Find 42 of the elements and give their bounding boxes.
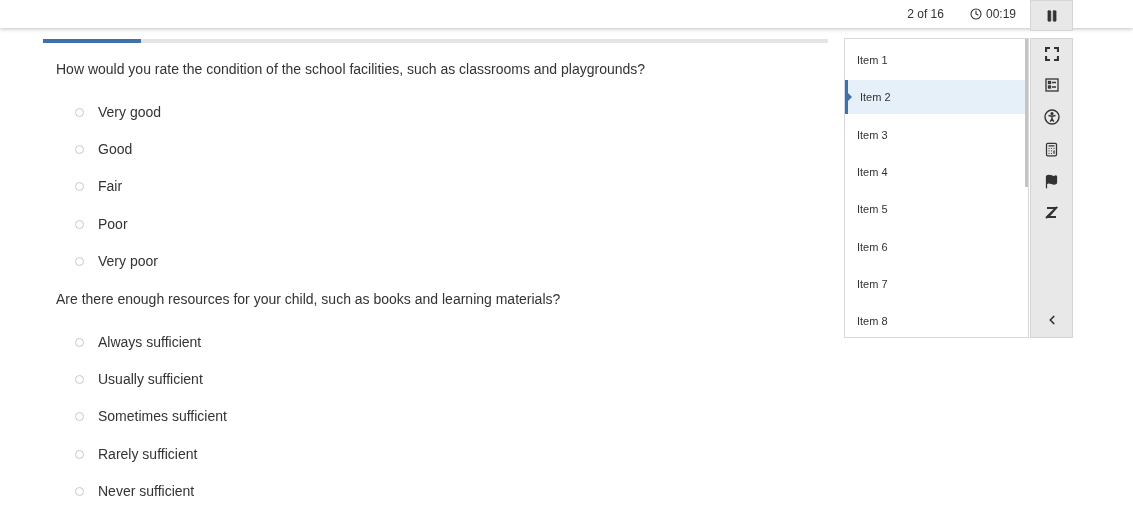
item-list-entry[interactable]: Item 1 <box>845 43 1028 77</box>
radio-button[interactable] <box>75 338 84 348</box>
radio-button[interactable] <box>75 182 84 192</box>
pause-button[interactable] <box>1030 0 1073 31</box>
question-text: How would you rate the condition of the school facilities, such as classrooms and playgrounds? <box>56 60 647 79</box>
answer-option[interactable]: Very poor <box>56 242 828 280</box>
answer-option[interactable]: Poor <box>56 205 828 243</box>
radio-button[interactable] <box>75 486 84 496</box>
calculator-icon[interactable] <box>1044 142 1059 157</box>
item-list-entry[interactable]: Item 6 <box>845 229 1028 264</box>
radio-button[interactable] <box>75 449 84 459</box>
answer-option[interactable]: Always sufficient <box>56 323 828 362</box>
radio-button[interactable] <box>75 219 84 229</box>
fullscreen-icon[interactable] <box>1044 47 1059 61</box>
accessibility-icon[interactable] <box>1043 109 1060 125</box>
question-counter: 2 of 16 <box>907 6 944 23</box>
clock-icon <box>969 8 982 20</box>
answer-option[interactable]: Sometimes sufficient <box>56 398 828 436</box>
answer-option[interactable]: Usually sufficient <box>56 361 828 399</box>
answer-option[interactable]: Never sufficient <box>56 472 828 510</box>
radio-button[interactable] <box>75 145 84 155</box>
checklist-icon[interactable] <box>1044 78 1059 92</box>
item-list-entry[interactable]: Item 8 <box>845 304 1028 339</box>
radio-button[interactable] <box>75 375 84 385</box>
item-list-entry[interactable]: Item 3 <box>845 117 1028 152</box>
timer: 00:19 <box>969 5 1016 23</box>
item-list-entry[interactable]: Item 2 <box>845 80 1028 115</box>
radio-button[interactable] <box>75 256 84 266</box>
item-list-entry[interactable]: Item 7 <box>845 267 1028 302</box>
answer-option[interactable]: Good <box>56 131 828 169</box>
pause-icon <box>1044 8 1059 23</box>
answer-option[interactable]: Rarely sufficient <box>56 435 828 473</box>
pointer-icon <box>848 93 852 102</box>
flag-icon[interactable] <box>1044 174 1059 189</box>
item-list-entry[interactable]: Item 4 <box>845 155 1028 190</box>
radio-button[interactable] <box>75 412 84 422</box>
answer-option[interactable]: Fair <box>56 168 828 206</box>
item-list-entry[interactable]: Item 5 <box>845 192 1028 227</box>
question-text: Are there enough resources for your child, such as books and learning materials? <box>56 289 562 309</box>
radio-button[interactable] <box>75 108 84 118</box>
scrollbar-thumb[interactable] <box>1025 39 1028 187</box>
answer-option[interactable]: Very good <box>56 94 828 132</box>
